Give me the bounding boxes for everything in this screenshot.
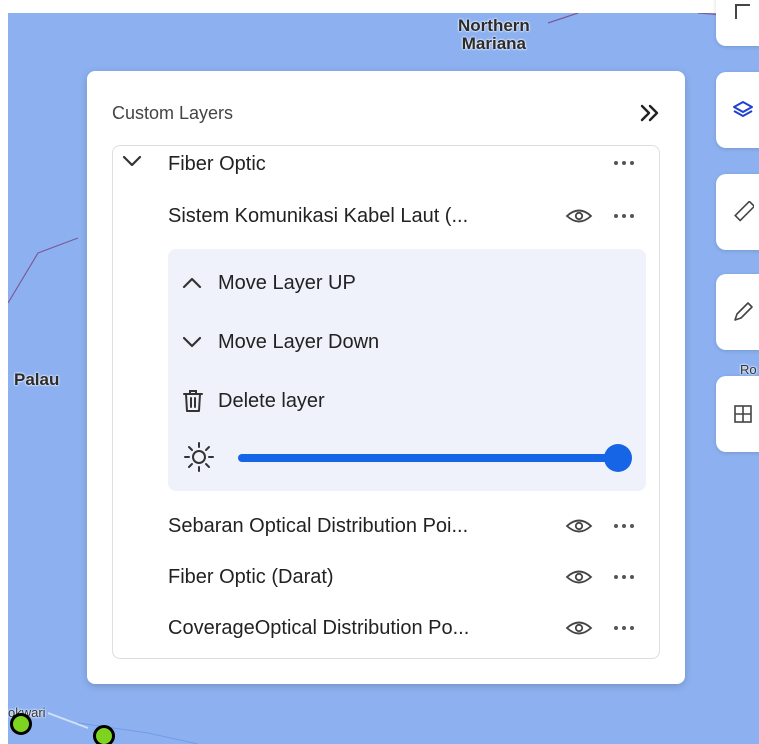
layer-more-options-button[interactable] bbox=[610, 567, 638, 587]
ruler-button[interactable] bbox=[716, 174, 759, 250]
eye-icon[interactable] bbox=[565, 567, 593, 587]
move-down-label: Move Layer Down bbox=[218, 330, 380, 353]
chevron-down-icon[interactable] bbox=[122, 154, 142, 168]
opacity-slider-row bbox=[182, 441, 632, 473]
layer-more-options-button[interactable] bbox=[610, 516, 638, 536]
layer-group-fiber-optic[interactable]: Fiber Optic bbox=[113, 146, 659, 182]
panel-title: Custom Layers bbox=[112, 103, 234, 123]
chevron-down-icon bbox=[182, 336, 202, 348]
layer-item[interactable]: CoverageOptical Distribution Po... bbox=[113, 610, 659, 646]
eye-icon[interactable] bbox=[565, 516, 593, 536]
layers-icon bbox=[733, 101, 753, 117]
eye-icon[interactable] bbox=[565, 618, 593, 638]
map-marker[interactable] bbox=[93, 725, 115, 744]
map-grid-icon bbox=[734, 405, 752, 423]
layer-item[interactable]: Sebaran Optical Distribution Poi... bbox=[113, 508, 659, 544]
layer-label: CoverageOptical Distribution Po... bbox=[168, 617, 470, 639]
map-label-palau: Palau bbox=[14, 370, 60, 389]
delete-label: Delete layer bbox=[218, 389, 325, 412]
layer-item[interactable]: Sistem Komunikasi Kabel Laut (... bbox=[113, 198, 659, 234]
opacity-slider-track[interactable] bbox=[238, 454, 628, 462]
eye-icon[interactable] bbox=[565, 206, 593, 226]
layer-item[interactable]: Fiber Optic (Darat) bbox=[113, 559, 659, 595]
location-icon bbox=[735, 4, 750, 19]
move-layer-down-item[interactable]: Move Layer Down bbox=[182, 326, 379, 358]
double-chevron-right-icon bbox=[640, 104, 659, 122]
map-grid-button[interactable] bbox=[716, 376, 759, 452]
collapse-panel-button[interactable] bbox=[636, 100, 664, 126]
layers-button[interactable] bbox=[716, 72, 759, 148]
map-marker[interactable] bbox=[10, 713, 32, 735]
layer-label: Sistem Komunikasi Kabel Laut (... bbox=[168, 205, 469, 227]
opacity-slider-thumb[interactable] bbox=[604, 444, 632, 472]
layer-label: Sebaran Optical Distribution Poi... bbox=[168, 515, 469, 537]
delete-layer-item[interactable]: Delete layer bbox=[182, 385, 325, 417]
chevron-up-icon bbox=[182, 277, 202, 289]
layer-more-options-button[interactable] bbox=[610, 618, 638, 638]
layer-label: Fiber Optic (Darat) bbox=[168, 566, 334, 588]
location-button[interactable] bbox=[716, 0, 759, 46]
move-up-label: Move Layer UP bbox=[218, 271, 356, 294]
group-more-options-button[interactable] bbox=[610, 153, 638, 173]
trash-icon bbox=[183, 390, 203, 412]
brightness-icon bbox=[184, 442, 214, 472]
draw-button[interactable] bbox=[716, 274, 759, 350]
layer-context-menu: Move Layer UP Move Layer Down Delete lay… bbox=[168, 249, 646, 491]
ruler-icon bbox=[734, 201, 754, 222]
map-label-northern-mariana: Northern Mariana bbox=[458, 16, 530, 53]
layer-list: Fiber Optic Sistem Komunikasi Kabel Laut… bbox=[112, 145, 660, 659]
custom-layers-panel: Custom Layers Fiber Optic Sistem Komunik… bbox=[87, 71, 685, 684]
group-label: Fiber Optic bbox=[168, 153, 266, 175]
layer-more-options-button[interactable] bbox=[610, 206, 638, 226]
pencil-icon bbox=[734, 302, 753, 321]
move-layer-up-item[interactable]: Move Layer UP bbox=[182, 267, 356, 299]
